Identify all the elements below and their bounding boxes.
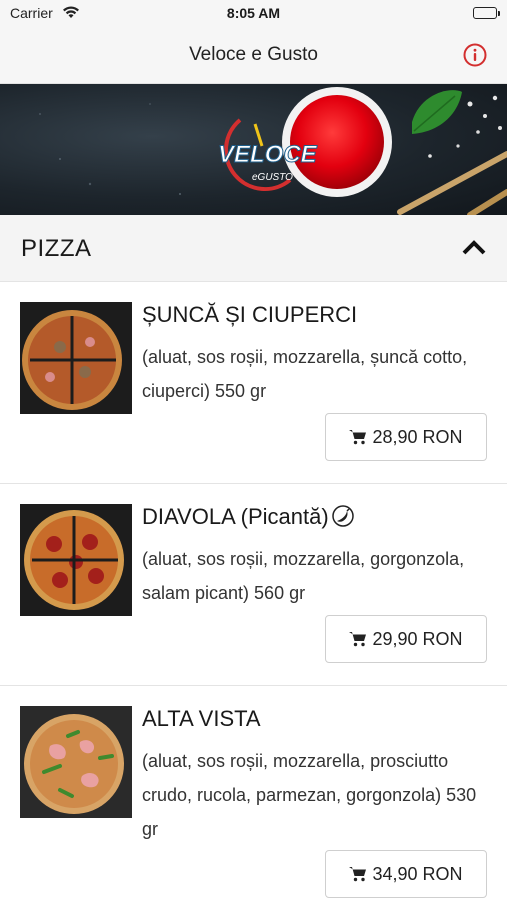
product-description: (aluat, sos roșii, mozzarella, prosciutt…	[142, 751, 477, 839]
category-header-pizza[interactable]: PIZZA	[0, 215, 507, 282]
clock: 8:05 AM	[226, 5, 281, 21]
product-name: ALTA VISTA	[142, 706, 261, 731]
page-title: Veloce e Gusto	[189, 44, 318, 65]
add-to-cart-button[interactable]: 28,90 RON	[325, 413, 487, 461]
product-name: DIAVOLA (Picantă)	[142, 504, 355, 530]
price-label: 28,90 RON	[372, 426, 463, 447]
product-name-text: DIAVOLA (Picantă)	[142, 504, 329, 529]
banner-image: VELOCE eGUSTO	[39, 87, 507, 215]
status-bar: Carrier 8:05 AM	[0, 0, 507, 28]
product-description: (aluat, sos roșii, mozzarella, gorgonzol…	[142, 549, 465, 603]
price-label: 34,90 RON	[372, 863, 463, 884]
price-label: 29,90 RON	[372, 628, 463, 649]
cart-icon	[349, 430, 367, 445]
product-image	[20, 706, 132, 818]
product-item[interactable]: DIAVOLA (Picantă) (aluat, sos roșii, moz…	[0, 484, 507, 686]
hero-banner: VELOCE eGUSTO	[0, 84, 507, 215]
nav-bar: Veloce e Gusto	[0, 28, 507, 84]
cart-icon	[349, 867, 367, 882]
logo-text: VELOCE	[218, 141, 318, 168]
info-icon[interactable]	[463, 43, 487, 67]
add-to-cart-button[interactable]: 29,90 RON	[325, 615, 487, 663]
chevron-up-icon[interactable]	[461, 237, 487, 259]
cart-icon	[349, 632, 367, 647]
product-name: ȘUNCĂ ȘI CIUPERCI	[142, 302, 358, 327]
chili-icon	[331, 504, 355, 528]
battery-icon	[473, 7, 500, 19]
product-item[interactable]: ALTA VISTA (aluat, sos roșii, mozzarella…	[0, 686, 507, 900]
logo-subtext: eGUSTO	[252, 172, 293, 183]
product-image	[20, 504, 132, 616]
category-title: PIZZA	[21, 235, 92, 262]
product-description: (aluat, sos roșii, mozzarella, șuncă cot…	[142, 347, 468, 401]
product-image	[20, 302, 132, 414]
add-to-cart-button[interactable]: 34,90 RON	[325, 850, 487, 898]
product-item[interactable]: ȘUNCĂ ȘI CIUPERCI (aluat, sos roșii, moz…	[0, 282, 507, 484]
